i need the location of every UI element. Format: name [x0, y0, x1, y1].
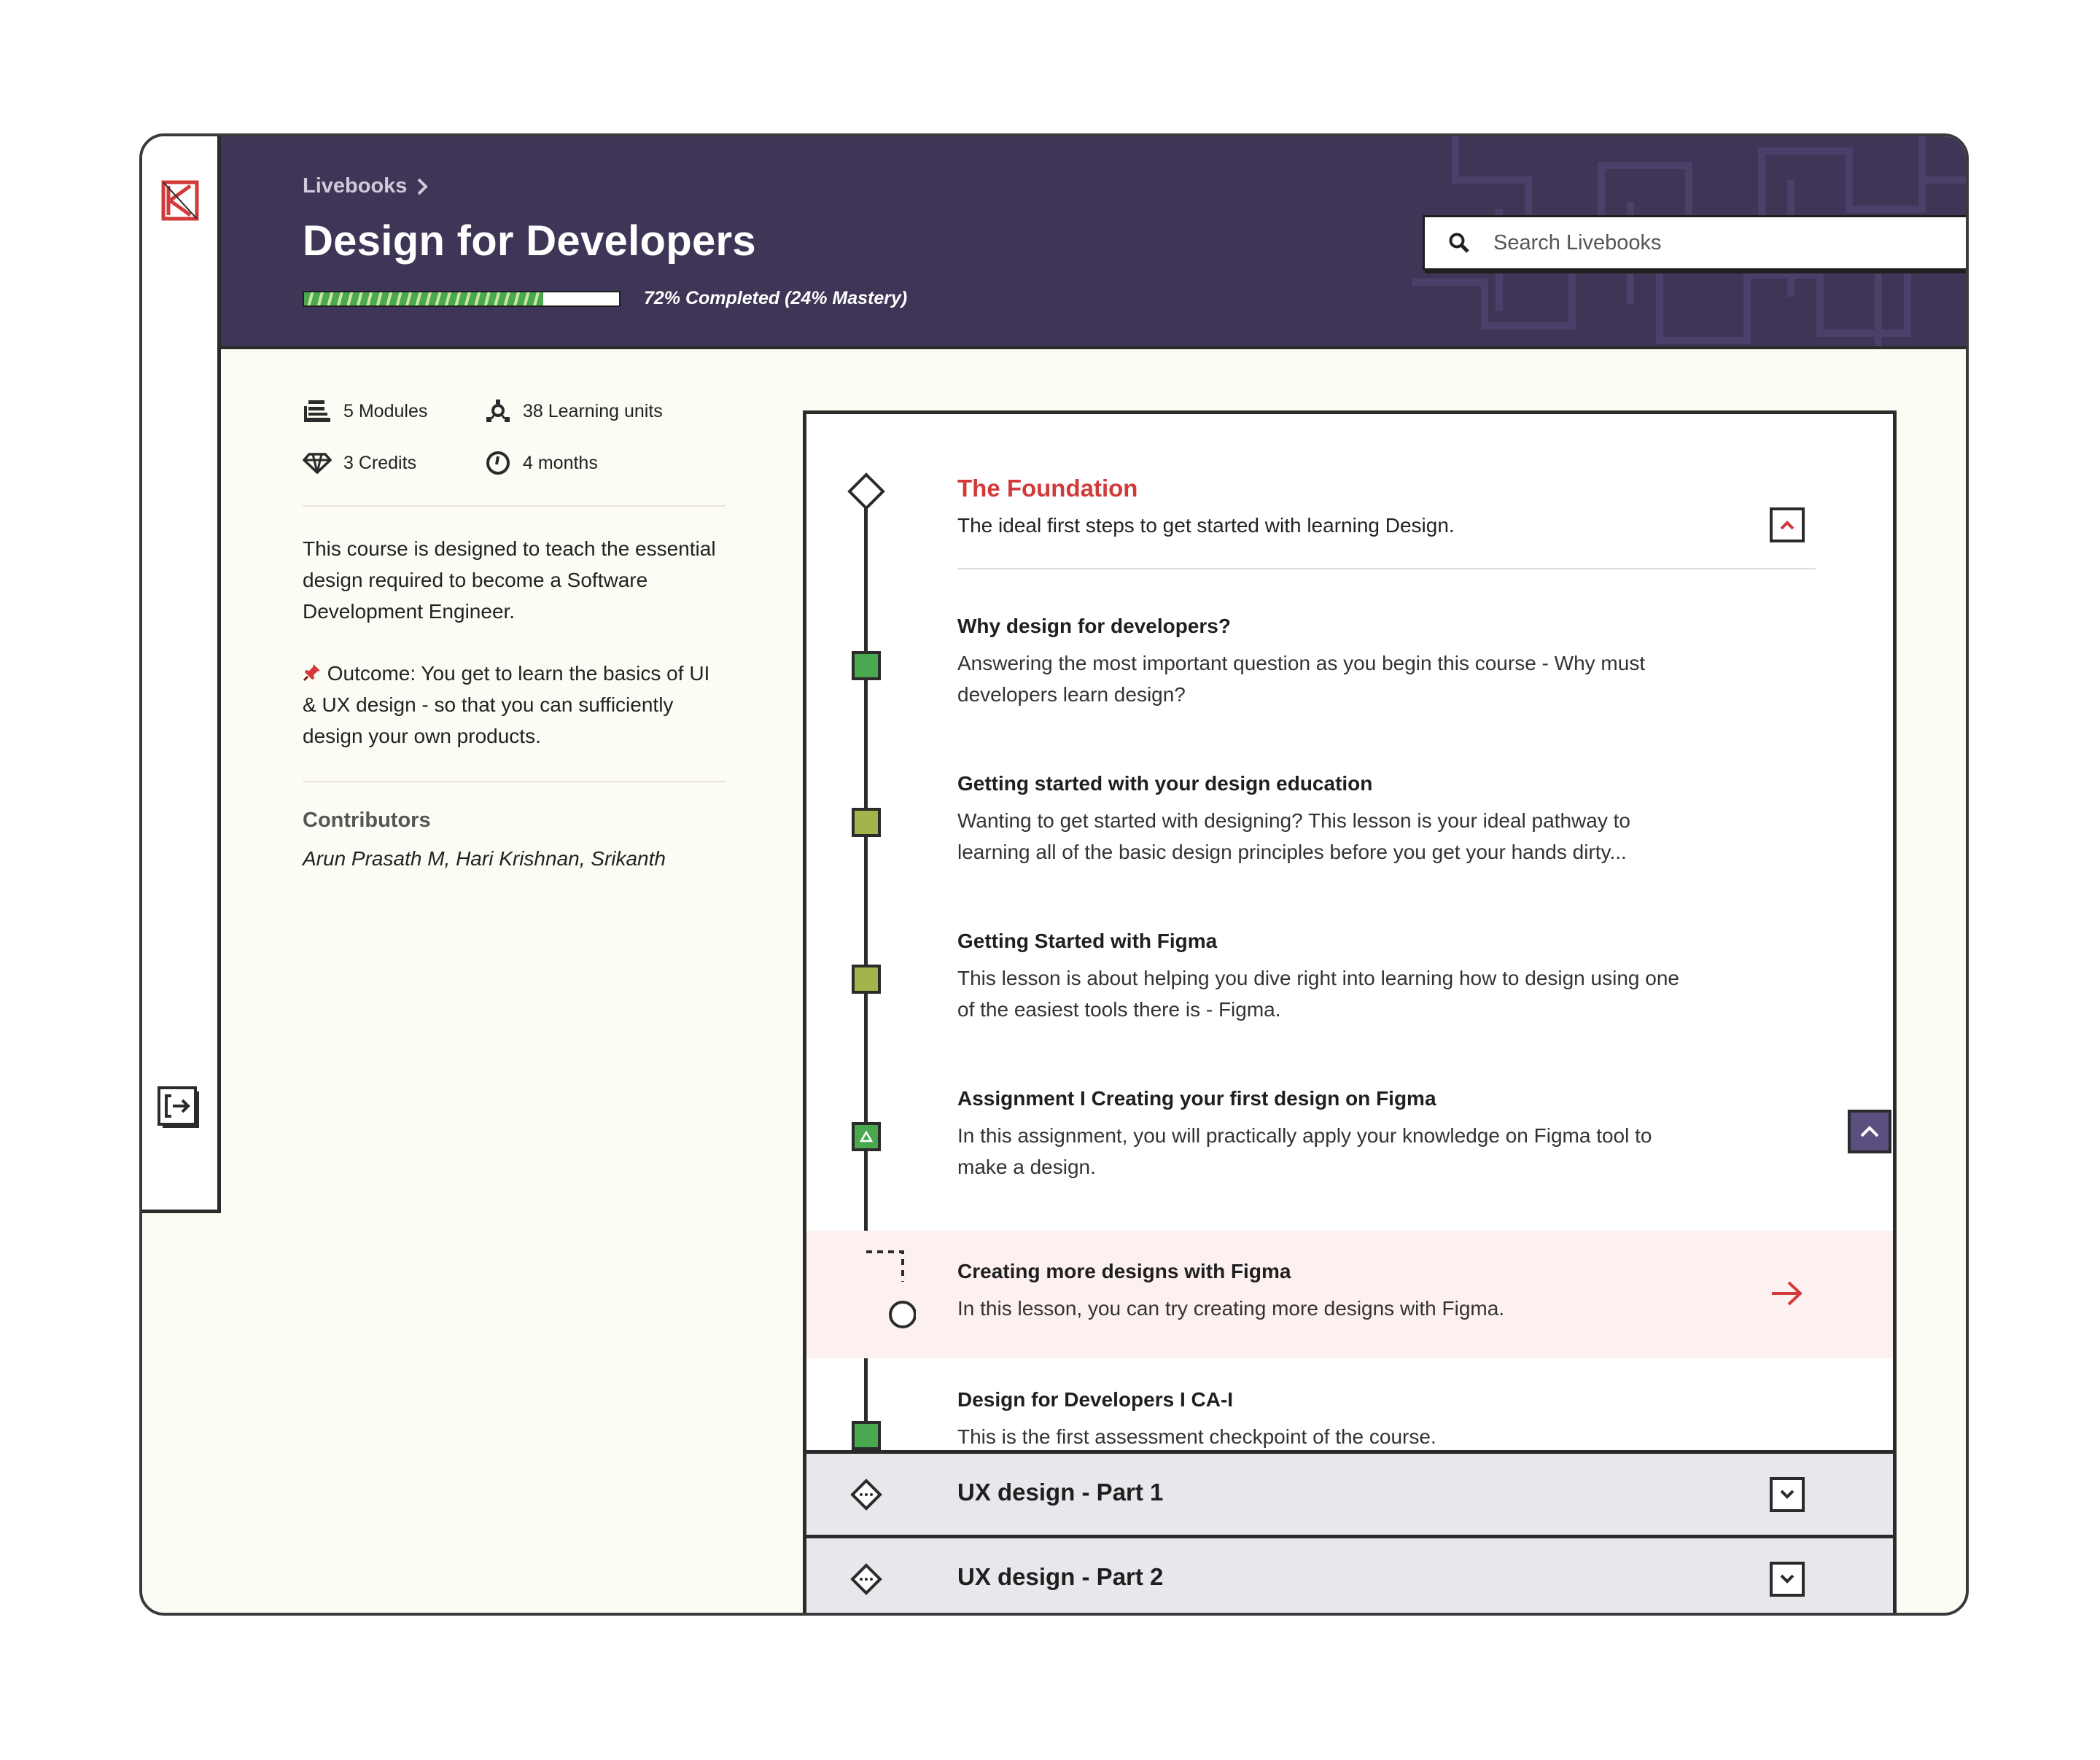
module-title: The Foundation — [957, 475, 1138, 502]
divider — [303, 781, 726, 782]
module-divider — [957, 568, 1816, 569]
breadcrumb[interactable]: Livebooks — [303, 174, 429, 198]
module-diamond-icon — [847, 472, 885, 510]
divider — [303, 505, 726, 507]
assignment-item[interactable]: Assignment I Creating your first design … — [806, 1074, 1893, 1231]
logo-icon[interactable] — [161, 180, 199, 221]
course-info: 5 Modules 38 Learning units 3 Credits 4 … — [303, 399, 726, 871]
progress-fill — [304, 292, 544, 305]
chevron-down-icon — [1780, 1574, 1794, 1584]
course-outcome-text: Outcome: You get to learn the basics of … — [303, 662, 710, 747]
module-subtitle: The ideal first steps to get started wit… — [957, 514, 1455, 537]
diamond-icon — [303, 453, 332, 474]
lesson-title: Getting Started with Figma — [957, 930, 1218, 952]
chevron-down-icon — [1780, 1490, 1794, 1499]
contributors-names: Arun Prasath M, Hari Krishnan, Srikanth — [303, 847, 666, 870]
course-outcome: Outcome: You get to learn the basics of … — [303, 658, 726, 752]
lesson-item[interactable]: Why design for developers? Answering the… — [806, 604, 1893, 760]
progress-bar — [303, 291, 621, 307]
left-rail — [142, 136, 221, 1213]
current-path-icon — [866, 1250, 916, 1328]
section-diamond-icon — [850, 1563, 882, 1595]
partial-marker-icon — [852, 965, 881, 994]
breadcrumb-livebooks[interactable]: Livebooks — [303, 174, 407, 198]
stat-credits-label: 3 Credits — [343, 452, 417, 473]
section-label: UX design - Part 2 — [957, 1563, 1164, 1590]
lesson-item[interactable]: Getting started with your design educati… — [806, 760, 1893, 917]
lesson-item[interactable]: Getting Started with Figma This lesson i… — [806, 917, 1893, 1074]
course-outline-panel: The Foundation The ideal first steps to … — [803, 410, 1897, 1613]
section-ux-design-part-2[interactable]: UX design - Part 2 — [806, 1535, 1893, 1613]
completed-marker-icon — [852, 1421, 881, 1450]
course-header: Livebooks Design for Developers 72% Comp… — [221, 136, 1966, 349]
modules-icon — [304, 400, 330, 422]
search-box[interactable] — [1423, 215, 1966, 270]
lesson-description: This is the first assessment checkpoint … — [957, 1425, 1436, 1448]
lesson-description: This lesson is about helping you dive ri… — [957, 967, 1679, 1021]
exit-icon[interactable] — [157, 1086, 202, 1131]
lesson-description: In this assignment, you will practically… — [957, 1124, 1652, 1178]
triangle-icon — [860, 1131, 873, 1142]
progress-text: 72% Completed (24% Mastery) — [644, 288, 908, 308]
search-icon — [1449, 233, 1469, 253]
partial-marker-icon — [852, 808, 881, 837]
section-diamond-icon — [850, 1479, 882, 1511]
stat-learning-units: 38 Learning units — [485, 399, 704, 424]
pin-icon — [303, 664, 320, 682]
lesson-title: Design for Developers I CA-I — [957, 1388, 1234, 1411]
clock-icon — [486, 451, 510, 475]
module-header: The Foundation The ideal first steps to … — [806, 458, 1893, 585]
course-stats: 5 Modules 38 Learning units 3 Credits 4 … — [303, 399, 726, 476]
stat-duration: 4 months — [485, 450, 704, 476]
lesson-title: Assignment I Creating your first design … — [957, 1087, 1436, 1110]
expand-section-button[interactable] — [1770, 1562, 1805, 1597]
stat-duration-label: 4 months — [523, 452, 598, 473]
course-description: This course is designed to teach the ess… — [303, 537, 716, 623]
lesson-title: Getting started with your design educati… — [957, 772, 1373, 795]
search-input[interactable] — [1492, 230, 1966, 256]
app-frame: Livebooks Design for Developers 72% Comp… — [139, 133, 1969, 1616]
section-label: UX design - Part 1 — [957, 1479, 1164, 1506]
stat-modules-label: 5 Modules — [343, 400, 428, 421]
chevron-right-icon — [418, 178, 429, 195]
learning-units-icon — [486, 400, 510, 422]
current-lesson-item[interactable]: Creating more designs with Figma In this… — [806, 1231, 1893, 1358]
expand-section-button[interactable] — [1770, 1477, 1805, 1512]
scroll-to-top-button[interactable] — [1848, 1110, 1891, 1153]
section-ux-design-part-1[interactable]: UX design - Part 1 — [806, 1450, 1893, 1535]
stat-learning-units-label: 38 Learning units — [523, 400, 663, 421]
stat-modules: 5 Modules — [303, 399, 485, 424]
chevron-up-icon — [1860, 1126, 1879, 1137]
lesson-description: Wanting to get started with designing? T… — [957, 809, 1630, 863]
collapse-module-button[interactable] — [1770, 507, 1805, 542]
stat-credits: 3 Credits — [303, 450, 485, 476]
assignment-marker-icon — [852, 1122, 881, 1151]
page-title: Design for Developers — [303, 217, 756, 265]
lesson-title: Why design for developers? — [957, 615, 1231, 637]
chevron-up-icon — [1780, 521, 1794, 530]
lesson-title: Creating more designs with Figma — [957, 1260, 1291, 1282]
lesson-description: Answering the most important question as… — [957, 652, 1646, 706]
contributors-title: Contributors — [303, 809, 431, 832]
arrow-right-icon[interactable] — [1770, 1279, 1805, 1308]
lesson-description: In this lesson, you can try creating mor… — [957, 1297, 1505, 1320]
completed-marker-icon — [852, 651, 881, 680]
